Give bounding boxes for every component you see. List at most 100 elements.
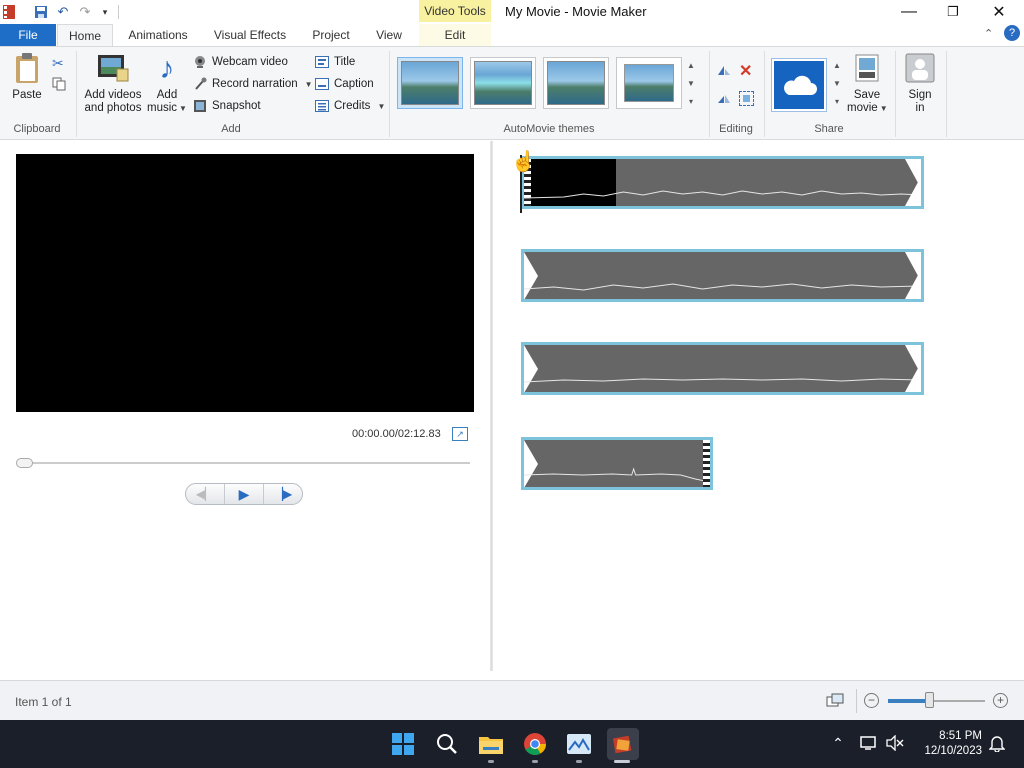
- add-music-label-2: music: [147, 102, 178, 114]
- tab-file[interactable]: File: [0, 24, 56, 46]
- share-gallery-scroll[interactable]: ▲ ▼ ▾: [829, 57, 845, 113]
- gallery-up-icon[interactable]: ▲: [683, 57, 699, 75]
- tab-edit[interactable]: Edit: [419, 24, 491, 46]
- caption-label: Caption: [334, 78, 374, 90]
- storyboard-clip-1[interactable]: [521, 156, 924, 209]
- redo-icon[interactable]: ↷: [76, 3, 94, 21]
- save-movie-icon: [850, 51, 884, 85]
- network-icon[interactable]: [860, 734, 878, 752]
- fullscreen-preview-button[interactable]: ↗: [452, 427, 468, 441]
- seek-bar[interactable]: [18, 462, 470, 464]
- sign-in-button[interactable]: Sign in: [901, 51, 939, 115]
- status-bar: Item 1 of 1 − +: [0, 680, 1024, 720]
- snapshot-button[interactable]: Snapshot: [193, 97, 261, 115]
- chrome-button[interactable]: [521, 730, 549, 758]
- preview-monitor[interactable]: [16, 154, 474, 412]
- paste-icon: [10, 51, 44, 85]
- storyboard-clip-3[interactable]: [521, 342, 924, 395]
- previous-frame-button[interactable]: ◀▏: [186, 484, 225, 504]
- storyboard-clip-2[interactable]: [521, 249, 924, 302]
- tab-animations[interactable]: Animations: [120, 24, 196, 46]
- snapshot-icon: [193, 99, 207, 113]
- gallery-down-icon[interactable]: ▼: [683, 75, 699, 93]
- next-frame-button[interactable]: ▕▶: [264, 484, 302, 504]
- app-icon[interactable]: [0, 3, 18, 21]
- add-videos-label-1: Add videos: [84, 89, 142, 101]
- add-videos-photos-icon: [96, 51, 130, 85]
- tab-visual-effects[interactable]: Visual Effects: [206, 24, 294, 46]
- photos-app-button[interactable]: [565, 730, 593, 758]
- minimize-button[interactable]: —: [886, 0, 932, 24]
- chevron-down-icon: ▼: [879, 104, 888, 113]
- paste-button[interactable]: Paste: [8, 51, 46, 102]
- close-button[interactable]: ✕: [976, 0, 1022, 24]
- cut-icon[interactable]: ✂: [52, 55, 64, 72]
- save-movie-button[interactable]: Save movie ▼: [847, 51, 888, 115]
- zoom-slider-thumb[interactable]: [924, 692, 934, 708]
- webcam-video-button[interactable]: Webcam video: [193, 53, 288, 71]
- rotate-left-icon[interactable]: [716, 63, 732, 79]
- add-music-label-1: Add: [156, 89, 178, 101]
- undo-icon[interactable]: ↶: [54, 3, 72, 21]
- rotate-right-icon[interactable]: [716, 91, 732, 107]
- theme-thumbnail: [401, 61, 459, 105]
- theme-fade[interactable]: [616, 57, 682, 109]
- main-area: 00:00.00/02:12.83 ↗ ◀▏ ▶ ▕▶ ☝: [0, 141, 1024, 680]
- save-movie-label-2: movie: [847, 102, 878, 114]
- storyboard-view-icon[interactable]: [826, 693, 844, 709]
- show-hidden-icons-icon[interactable]: ⌃: [829, 734, 847, 752]
- theme-gallery-scroll[interactable]: ▲ ▼ ▾: [683, 57, 699, 113]
- file-explorer-button[interactable]: [477, 730, 505, 758]
- group-separator: [946, 51, 947, 137]
- notifications-icon[interactable]: [988, 734, 1006, 752]
- chrome-icon: [524, 733, 546, 755]
- copy-icon[interactable]: [52, 77, 66, 91]
- theme-cinematic[interactable]: [543, 57, 609, 109]
- credits-button[interactable]: Credits ▼: [315, 97, 385, 115]
- sign-in-label-1: Sign: [908, 89, 932, 101]
- customize-qat-icon[interactable]: ▾: [96, 3, 114, 21]
- user-icon: [903, 51, 937, 85]
- restore-button[interactable]: ❐: [930, 0, 976, 24]
- gallery-expand-icon[interactable]: ▾: [683, 93, 699, 111]
- select-all-icon[interactable]: [739, 91, 754, 106]
- seek-thumb[interactable]: [16, 458, 33, 468]
- running-indicator: [488, 760, 494, 763]
- record-narration-button[interactable]: Record narration ▼: [193, 75, 313, 93]
- system-clock[interactable]: 8:51 PM 12/10/2023: [918, 729, 982, 759]
- remove-icon[interactable]: ✕: [739, 61, 752, 81]
- caption-button[interactable]: Caption: [315, 75, 374, 93]
- tab-project[interactable]: Project: [304, 24, 358, 46]
- theme-contemporary[interactable]: [470, 57, 536, 109]
- add-videos-photos-button[interactable]: Add videos and photos: [81, 51, 145, 115]
- onedrive-share-button[interactable]: [771, 58, 827, 112]
- title-button[interactable]: Title: [315, 53, 355, 71]
- running-indicator: [532, 760, 538, 763]
- gallery-down-icon[interactable]: ▼: [829, 75, 845, 93]
- clipboard-group-label: Clipboard: [13, 123, 61, 135]
- search-button[interactable]: [433, 730, 461, 758]
- audio-waveform: [524, 283, 921, 291]
- gallery-expand-icon[interactable]: ▾: [829, 93, 845, 111]
- minimize-ribbon-icon[interactable]: ⌃: [984, 27, 993, 40]
- save-icon[interactable]: [32, 3, 50, 21]
- theme-default[interactable]: [397, 57, 463, 109]
- gallery-up-icon[interactable]: ▲: [829, 57, 845, 75]
- pane-splitter[interactable]: [490, 141, 493, 671]
- paste-label: Paste: [12, 89, 42, 101]
- movie-maker-button[interactable]: [607, 728, 639, 760]
- zoom-out-button[interactable]: −: [864, 693, 879, 708]
- storyboard-clip-4[interactable]: [521, 437, 713, 490]
- volume-muted-icon[interactable]: [886, 734, 904, 752]
- tab-home[interactable]: Home: [57, 24, 113, 46]
- chevron-down-icon: ▼: [179, 104, 187, 113]
- add-music-button[interactable]: ♪ Add music ▼: [147, 51, 187, 115]
- status-text: Item 1 of 1: [15, 695, 72, 709]
- help-icon[interactable]: ?: [1004, 25, 1020, 41]
- record-narration-label: Record narration: [212, 78, 298, 90]
- save-movie-label-1: Save: [853, 89, 881, 101]
- tab-view[interactable]: View: [366, 24, 412, 46]
- zoom-in-button[interactable]: +: [993, 693, 1008, 708]
- start-button[interactable]: [389, 730, 417, 758]
- play-button[interactable]: ▶: [225, 484, 264, 504]
